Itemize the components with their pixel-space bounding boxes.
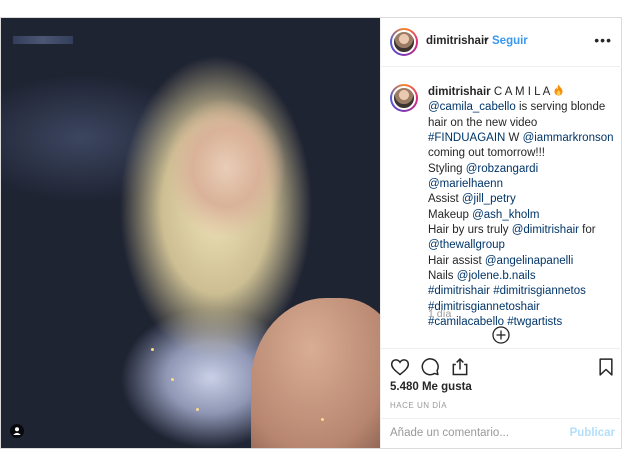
caption-text-fragment: Styling — [428, 162, 466, 175]
caption-line: @marielhaenn — [428, 177, 618, 192]
caption-line: Assist @jill_petry — [428, 192, 618, 207]
caption-text-fragment: Makeup — [428, 208, 473, 221]
sequin-sparkle — [321, 418, 324, 421]
comment-icon[interactable] — [420, 357, 440, 377]
hashtag-link[interactable]: #twgartists — [507, 316, 562, 328]
publish-button[interactable]: Publicar — [570, 427, 615, 439]
caption-line: #FINDUAGAIN W @iammarkronson — [428, 131, 618, 146]
caption-line: hair on the new video — [428, 116, 618, 131]
photo-shoulder — [251, 298, 380, 448]
comment-bar: Publicar — [381, 418, 622, 450]
heart-icon[interactable] — [390, 357, 410, 377]
header-username[interactable]: dimitrishair — [426, 35, 489, 47]
caption-text-fragment: hair on the new video — [428, 116, 538, 129]
caption-text-fragment: Assist — [428, 193, 462, 206]
caption-line: Hair assist @angelinapanelli — [428, 254, 618, 269]
caption-text-fragment: coming out tomorrow!!! — [428, 147, 545, 160]
mention-link[interactable]: @marielhaenn — [428, 178, 503, 190]
mention-link[interactable]: @ash_kholm — [472, 209, 539, 221]
caption-username[interactable]: dimitrishair — [428, 86, 491, 98]
mention-link[interactable]: @thewallgroup — [428, 239, 505, 251]
caption-text-fragment: for — [578, 224, 596, 237]
post-timestamp[interactable]: HACE UN DÍA — [390, 401, 447, 410]
caption-text: dimitrishair C A M I L A @camila_cabello… — [428, 84, 618, 331]
caption-text-fragment: Hair by urs truly — [428, 224, 512, 237]
post-actions: 5.480 Me gusta HACE UN DÍA Publicar — [381, 348, 622, 449]
sequin-sparkle — [171, 378, 174, 381]
load-more-comments-icon[interactable] — [492, 326, 510, 344]
caption-line: #dimitrisgiannetoshair — [428, 300, 618, 315]
user-tag-icon[interactable] — [10, 424, 24, 438]
caption-line: Hair by urs truly @dimitrishair for — [428, 223, 618, 238]
background-lights — [13, 36, 73, 44]
post-header: dimitrishair • Seguir ••• — [381, 18, 622, 67]
sequin-sparkle — [196, 408, 199, 411]
avatar[interactable] — [390, 28, 418, 56]
caption-text-fragment: Hair assist — [428, 254, 485, 267]
caption-time: 1 día — [428, 308, 452, 320]
caption-title: C A M I L A — [493, 86, 550, 98]
post-card: dimitrishair • Seguir ••• dimitrishair C… — [0, 17, 622, 449]
follow-button[interactable]: Seguir — [492, 35, 528, 47]
fire-icon — [554, 84, 563, 96]
caption-lines: @camila_cabello is serving blonde hair on… — [428, 100, 618, 330]
mention-link[interactable]: @jill_petry — [462, 193, 516, 205]
separator-dot: • — [484, 34, 488, 46]
hashtag-link[interactable]: #dimitrishair — [428, 285, 490, 297]
mention-link[interactable]: @iammarkronson — [523, 132, 614, 144]
caption-line: @camila_cabello is serving blonde — [428, 100, 618, 115]
post-photo[interactable] — [1, 18, 380, 448]
caption-line: Styling @robzangardi — [428, 162, 618, 177]
bookmark-icon[interactable] — [596, 357, 616, 377]
caption-text-fragment: Nails — [428, 270, 457, 283]
caption-line: #camilacabello #twgartists — [428, 315, 618, 330]
share-icon[interactable] — [450, 357, 470, 377]
mention-link[interactable]: @robzangardi — [466, 163, 538, 175]
mention-link[interactable]: @dimitrishair — [512, 224, 579, 236]
caption-first-line: dimitrishair C A M I L A — [428, 84, 618, 100]
sequin-sparkle — [151, 348, 154, 351]
caption-line: #dimitrishair #dimitrisgiannetos — [428, 284, 618, 299]
caption-avatar[interactable] — [390, 84, 418, 112]
caption-text-fragment: W — [505, 132, 523, 145]
hashtag-link[interactable]: #FINDUAGAIN — [428, 132, 505, 144]
comment-input[interactable] — [390, 427, 560, 439]
caption-line: Nails @jolene.b.nails — [428, 269, 618, 284]
more-options-button[interactable]: ••• — [594, 32, 612, 48]
caption-text-fragment: is serving blonde — [515, 101, 606, 114]
mention-link[interactable]: @camila_cabello — [428, 101, 516, 113]
caption-line: @thewallgroup — [428, 238, 618, 253]
mention-link[interactable]: @jolene.b.nails — [457, 270, 536, 282]
likes-count[interactable]: 5.480 Me gusta — [390, 381, 472, 393]
hashtag-link[interactable]: #dimitrisgiannetos — [493, 285, 586, 297]
caption-line: Makeup @ash_kholm — [428, 208, 618, 223]
mention-link[interactable]: @angelinapanelli — [485, 255, 573, 267]
post-side-panel: dimitrishair • Seguir ••• dimitrishair C… — [380, 18, 622, 448]
caption-line: coming out tomorrow!!! — [428, 146, 618, 161]
